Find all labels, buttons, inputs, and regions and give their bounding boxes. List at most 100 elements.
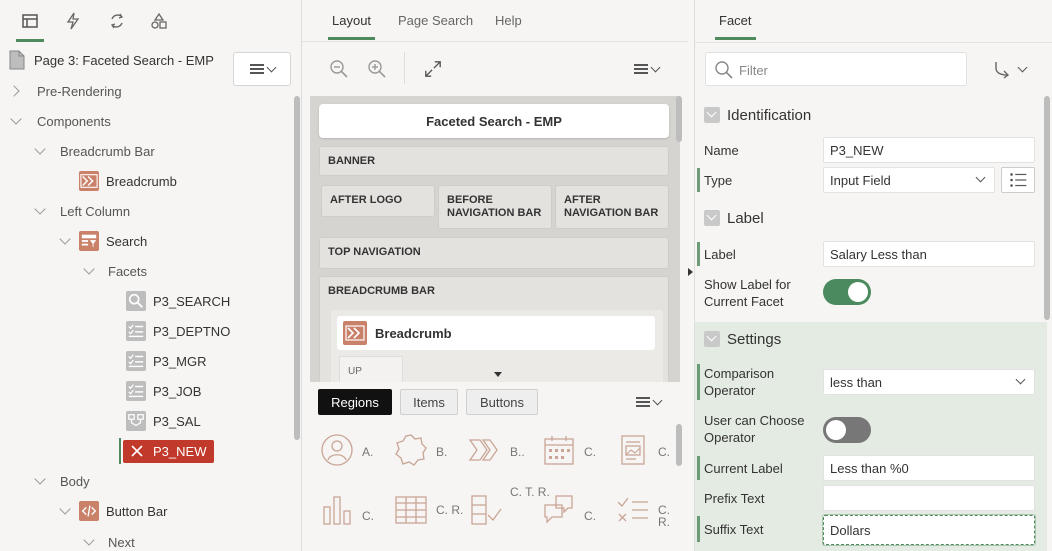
- rendering-tab-icon[interactable]: [16, 8, 44, 42]
- tree-node-facet-item[interactable]: P3_SAL: [0, 406, 292, 436]
- range-icon: [126, 411, 146, 431]
- tree-node-pre-rendering[interactable]: Pre-Rendering: [0, 76, 292, 106]
- prefix-text-field[interactable]: [823, 485, 1035, 511]
- tree-node-facet-item[interactable]: P3_JOB: [0, 376, 292, 406]
- user-can-choose-toggle[interactable]: [823, 417, 871, 443]
- tab-help[interactable]: Help: [495, 13, 522, 28]
- comparison-operator-select[interactable]: less than: [823, 369, 1035, 395]
- menu-icon: [249, 64, 264, 74]
- component-gallery: A. B. B.. C. C. C. C. R. C. T. R. C. C. …: [310, 424, 680, 551]
- section-label[interactable]: Label: [695, 203, 1047, 233]
- tree-node-button-bar[interactable]: Button Bar: [0, 496, 292, 526]
- gallery-item[interactable]: [394, 430, 428, 470]
- zone-after-logo[interactable]: AFTER LOGO: [321, 185, 435, 217]
- gallery-item[interactable]: [616, 430, 650, 470]
- collapse-arrow-icon[interactable]: [34, 143, 46, 155]
- prop-label: Comparison Operator: [704, 366, 775, 398]
- collapse-arrow-icon[interactable]: [83, 263, 95, 275]
- filter-input[interactable]: Filter: [705, 52, 967, 86]
- type-select[interactable]: Input Field: [823, 167, 995, 193]
- show-label-toggle[interactable]: [823, 279, 871, 305]
- gallery-menu-button[interactable]: [628, 390, 668, 414]
- prop-row-show-label: Show Label for Current Facet: [695, 274, 1047, 314]
- tree-node-breadcrumb[interactable]: Breadcrumb: [0, 166, 292, 196]
- gallery-tab-regions[interactable]: Regions: [318, 389, 392, 415]
- type-select-value: Input Field: [830, 173, 891, 188]
- collapse-arrow-icon[interactable]: [59, 503, 71, 515]
- suffix-text-field[interactable]: Dollars: [823, 515, 1035, 545]
- collapse-arrow-icon[interactable]: [34, 473, 46, 485]
- bar-chart-icon: [323, 496, 351, 525]
- badge-icon: [395, 434, 427, 466]
- collapse-arrow-icon[interactable]: [34, 203, 46, 215]
- tree-node-next[interactable]: Next: [0, 527, 292, 551]
- tree-scrollbar[interactable]: [294, 96, 300, 440]
- prop-row-comparison-operator: Comparison Operator less than: [695, 362, 1047, 402]
- arrow-curve-icon: [995, 62, 1010, 79]
- collapse-toggle-icon[interactable]: [704, 331, 720, 347]
- label-field[interactable]: Salary Less than: [823, 241, 1035, 267]
- collapse-arrow-icon[interactable]: [83, 534, 95, 546]
- gallery-item[interactable]: [394, 490, 428, 530]
- dynamic-actions-tab-icon[interactable]: [59, 8, 87, 34]
- expand-arrow-icon[interactable]: [8, 85, 20, 97]
- gallery-tab-buttons[interactable]: Buttons: [466, 389, 538, 415]
- zone-up[interactable]: UP: [339, 356, 403, 382]
- check-cross-list-icon: [617, 497, 648, 522]
- gallery-item-label: C. R.: [436, 503, 464, 517]
- breadcrumb-region-header[interactable]: Breadcrumb: [337, 316, 655, 350]
- collapse-toggle-icon[interactable]: [704, 210, 720, 226]
- shared-components-tab-icon[interactable]: [145, 8, 173, 34]
- section-identification[interactable]: Identification: [695, 100, 1047, 130]
- tree-node-search[interactable]: Search: [0, 226, 292, 256]
- gallery-tab-items[interactable]: Items: [400, 389, 458, 415]
- tree-node-facet-item[interactable]: P3_SEARCH: [0, 286, 292, 316]
- menu-icon: [633, 64, 648, 74]
- collapse-arrow-icon[interactable]: [59, 233, 71, 245]
- page-title[interactable]: Page 3: Faceted Search - EMP: [34, 53, 214, 68]
- resize-caret-icon[interactable]: [494, 372, 502, 377]
- name-field[interactable]: P3_NEW: [823, 137, 1035, 163]
- tree-node-facets[interactable]: Facets: [0, 256, 292, 286]
- current-label-field[interactable]: Less than %0: [823, 455, 1035, 481]
- tab-facet[interactable]: Facet: [715, 13, 755, 40]
- gallery-scrollbar[interactable]: [676, 424, 682, 466]
- tree-node-left-column[interactable]: Left Column: [0, 196, 292, 226]
- layout-page-title[interactable]: Faceted Search - EMP: [319, 104, 669, 138]
- gallery-item[interactable]: [616, 490, 650, 530]
- tree-node-components[interactable]: Components: [0, 106, 292, 136]
- tree-node-facet-item[interactable]: P3_MGR: [0, 346, 292, 376]
- right-splitter-handle[interactable]: [688, 268, 693, 276]
- gallery-item[interactable]: [320, 430, 354, 470]
- expand-icon[interactable]: [422, 58, 444, 80]
- section-settings[interactable]: Settings: [695, 324, 1047, 354]
- gallery-item[interactable]: [542, 490, 576, 530]
- list-view-button[interactable]: [1001, 167, 1035, 193]
- gallery-item-label: C.: [362, 509, 374, 523]
- tree-node-body[interactable]: Body: [0, 466, 292, 496]
- tab-layout[interactable]: Layout: [327, 13, 376, 40]
- property-scrollbar[interactable]: [1044, 96, 1050, 320]
- tree-node-breadcrumb-bar[interactable]: Breadcrumb Bar: [0, 136, 292, 166]
- collapse-arrow-icon[interactable]: [10, 113, 22, 125]
- tree-node-facet-item-selected[interactable]: P3_NEW: [0, 436, 292, 466]
- zoom-in-icon[interactable]: [366, 58, 388, 80]
- gallery-item[interactable]: [468, 430, 502, 470]
- layout-scrollbar[interactable]: [676, 96, 682, 142]
- zone-before-navigation-bar[interactable]: BEFORE NAVIGATION BAR: [438, 185, 552, 229]
- zone-banner[interactable]: BANNER: [319, 146, 669, 176]
- layout-menu-button[interactable]: [624, 52, 668, 86]
- section-title: Label: [727, 209, 764, 227]
- collapse-toggle-icon[interactable]: [704, 107, 720, 123]
- processing-tab-icon[interactable]: [103, 8, 131, 34]
- gallery-item[interactable]: [542, 430, 576, 470]
- gallery-item[interactable]: [320, 490, 354, 530]
- zoom-out-icon[interactable]: [328, 58, 350, 80]
- zone-after-navigation-bar[interactable]: AFTER NAVIGATION BAR: [555, 185, 669, 229]
- list-icon: [1010, 173, 1027, 187]
- tree-node-facet-item[interactable]: P3_DEPTNO: [0, 316, 292, 346]
- zone-top-navigation[interactable]: TOP NAVIGATION: [319, 237, 669, 269]
- tab-page-search[interactable]: Page Search: [398, 13, 473, 28]
- go-to-group-button[interactable]: [993, 58, 1031, 80]
- gallery-item[interactable]: [468, 490, 502, 530]
